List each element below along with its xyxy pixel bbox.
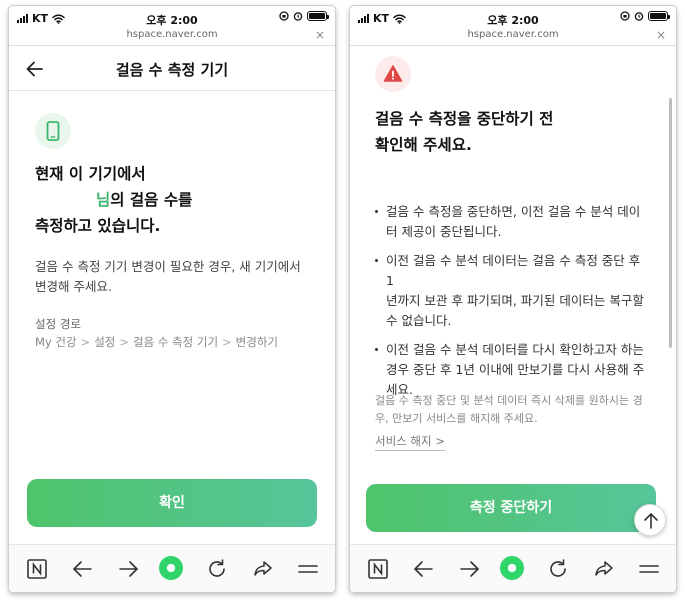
list-item-line: 걸음 수 측정을 중단하면, 이전 걸음 수 분석 데이 (386, 204, 641, 219)
heading-line-2: 의 걸음 수를 (110, 191, 193, 209)
status-heading: 현재 이 기기에서 님의 걸음 수를 측정하고 있습니다. (35, 161, 315, 239)
top-navigation: 걸음 수 측정 기기 (9, 47, 335, 91)
close-icon[interactable]: × (315, 28, 325, 42)
phone-screen-stop-measuring: KT 오후 2:00 hspace.naver.com × 걸음 수 측정을 중… (350, 6, 676, 592)
user-name-suffix: 님 (96, 191, 111, 209)
url-bar[interactable]: hspace.naver.com × (350, 28, 676, 46)
breadcrumb-item: 설정 (94, 335, 116, 349)
unsubscribe-link[interactable]: 서비스 해지 > (375, 433, 445, 451)
url-domain: hspace.naver.com (467, 29, 559, 40)
heading-line-3: 측정하고 있습니다. (35, 217, 161, 235)
breadcrumb: My 건강 > 설정 > 걸음 수 측정 기기 > 변경하기 (35, 334, 278, 350)
breadcrumb-item: My 건강 (35, 335, 77, 349)
notice-line-1: 걸음 수 측정 중단 및 분석 데이터 즉시 삭제를 원하시는 경 (375, 394, 643, 407)
status-bar: KT 오후 2:00 (350, 6, 676, 30)
chevron-right-icon: > (80, 335, 91, 349)
heading-line-2: 확인해 주세요. (375, 136, 472, 154)
confirm-button[interactable]: 확인 (27, 479, 317, 527)
arrow-left-icon[interactable] (71, 557, 95, 581)
phone-screen-device-settings: KT 오후 2:00 hspace.naver.com × 걸음 수 측정 기기… (9, 6, 335, 592)
arrow-left-icon[interactable] (412, 557, 436, 581)
menu-icon[interactable] (637, 557, 661, 581)
warning-list: 걸음 수 측정을 중단하면, 이전 걸음 수 분석 데이 터 제공이 중단됩니다… (374, 202, 646, 409)
settings-path-label: 설정 경로 (35, 317, 81, 331)
warning-heading: 걸음 수 측정을 중단하기 전 확인해 주세요. (375, 106, 655, 158)
alarm-icon (293, 12, 303, 21)
scroll-top-button[interactable] (634, 504, 666, 536)
lock-rotation-icon (279, 11, 289, 21)
battery-icon (648, 11, 670, 21)
description-line-1: 걸음 수 측정 기기 변경이 필요한 경우, 새 기기에서 (35, 259, 301, 274)
browser-toolbar (350, 544, 676, 592)
list-item: 이전 걸음 수 분석 데이터를 다시 확인하고자 하는 경우 중단 후 1년 이… (374, 340, 646, 400)
breadcrumb-item: 변경하기 (235, 335, 278, 349)
list-item-line: 수 없습니다. (386, 313, 452, 328)
url-domain: hspace.naver.com (126, 29, 218, 40)
close-icon[interactable]: × (656, 28, 666, 42)
share-icon[interactable] (592, 557, 616, 581)
description-line-2: 변경해 주세요. (35, 279, 112, 294)
status-bar: KT 오후 2:00 (9, 6, 335, 30)
list-item: 이전 걸음 수 분석 데이터는 걸음 수 측정 중단 후 1 년까지 보관 후 … (374, 251, 646, 331)
list-item-line: 이전 걸음 수 분석 데이터는 걸음 수 측정 중단 후 1 (386, 253, 641, 288)
page-title: 걸음 수 측정 기기 (115, 61, 229, 79)
battery-icon (307, 11, 329, 21)
refresh-icon[interactable] (546, 557, 570, 581)
menu-icon[interactable] (296, 557, 320, 581)
green-dot-icon[interactable] (500, 556, 526, 582)
heading-line-1: 걸음 수 측정을 중단하기 전 (375, 110, 554, 128)
lock-rotation-icon (620, 11, 630, 21)
description: 걸음 수 측정 기기 변경이 필요한 경우, 새 기기에서 변경해 주세요. (35, 257, 315, 297)
heading-line-1: 현재 이 기기에서 (35, 165, 146, 183)
naver-home-icon[interactable] (366, 557, 390, 581)
arrow-right-icon[interactable] (457, 557, 481, 581)
list-item-line: 터 제공이 중단됩니다. (386, 224, 502, 239)
smartphone-icon (35, 113, 71, 149)
warning-triangle-icon (375, 56, 411, 92)
stop-measuring-button[interactable]: 측정 중단하기 (366, 484, 656, 532)
scrollbar[interactable] (669, 98, 672, 348)
list-item: 걸음 수 측정을 중단하면, 이전 걸음 수 분석 데이 터 제공이 중단됩니다… (374, 202, 646, 242)
arrow-right-icon[interactable] (116, 557, 140, 581)
share-icon[interactable] (251, 557, 275, 581)
url-bar[interactable]: hspace.naver.com × (9, 28, 335, 46)
chevron-right-icon: > (222, 335, 232, 349)
green-dot-icon[interactable] (159, 556, 185, 582)
browser-toolbar (9, 544, 335, 592)
breadcrumb-item: 걸음 수 측정 기기 (133, 335, 219, 349)
naver-home-icon[interactable] (25, 557, 49, 581)
list-item-line: 이전 걸음 수 분석 데이터를 다시 확인하고자 하는 (386, 342, 644, 357)
list-item-line: 년까지 보관 후 파기되며, 파기된 데이터는 복구할 (386, 293, 644, 308)
alarm-icon (634, 12, 644, 21)
list-item-line: 경우 중단 후 1년 이내에 만보기를 다시 사용해 주 (386, 362, 645, 377)
chevron-right-icon: > (119, 335, 129, 349)
refresh-icon[interactable] (205, 557, 229, 581)
notice-line-2: 우, 만보기 서비스를 해지해 주세요. (375, 412, 538, 425)
delete-notice: 걸음 수 측정 중단 및 분석 데이터 즉시 삭제를 원하시는 경 우, 만보기… (375, 392, 655, 428)
arrow-up-icon (644, 513, 658, 529)
